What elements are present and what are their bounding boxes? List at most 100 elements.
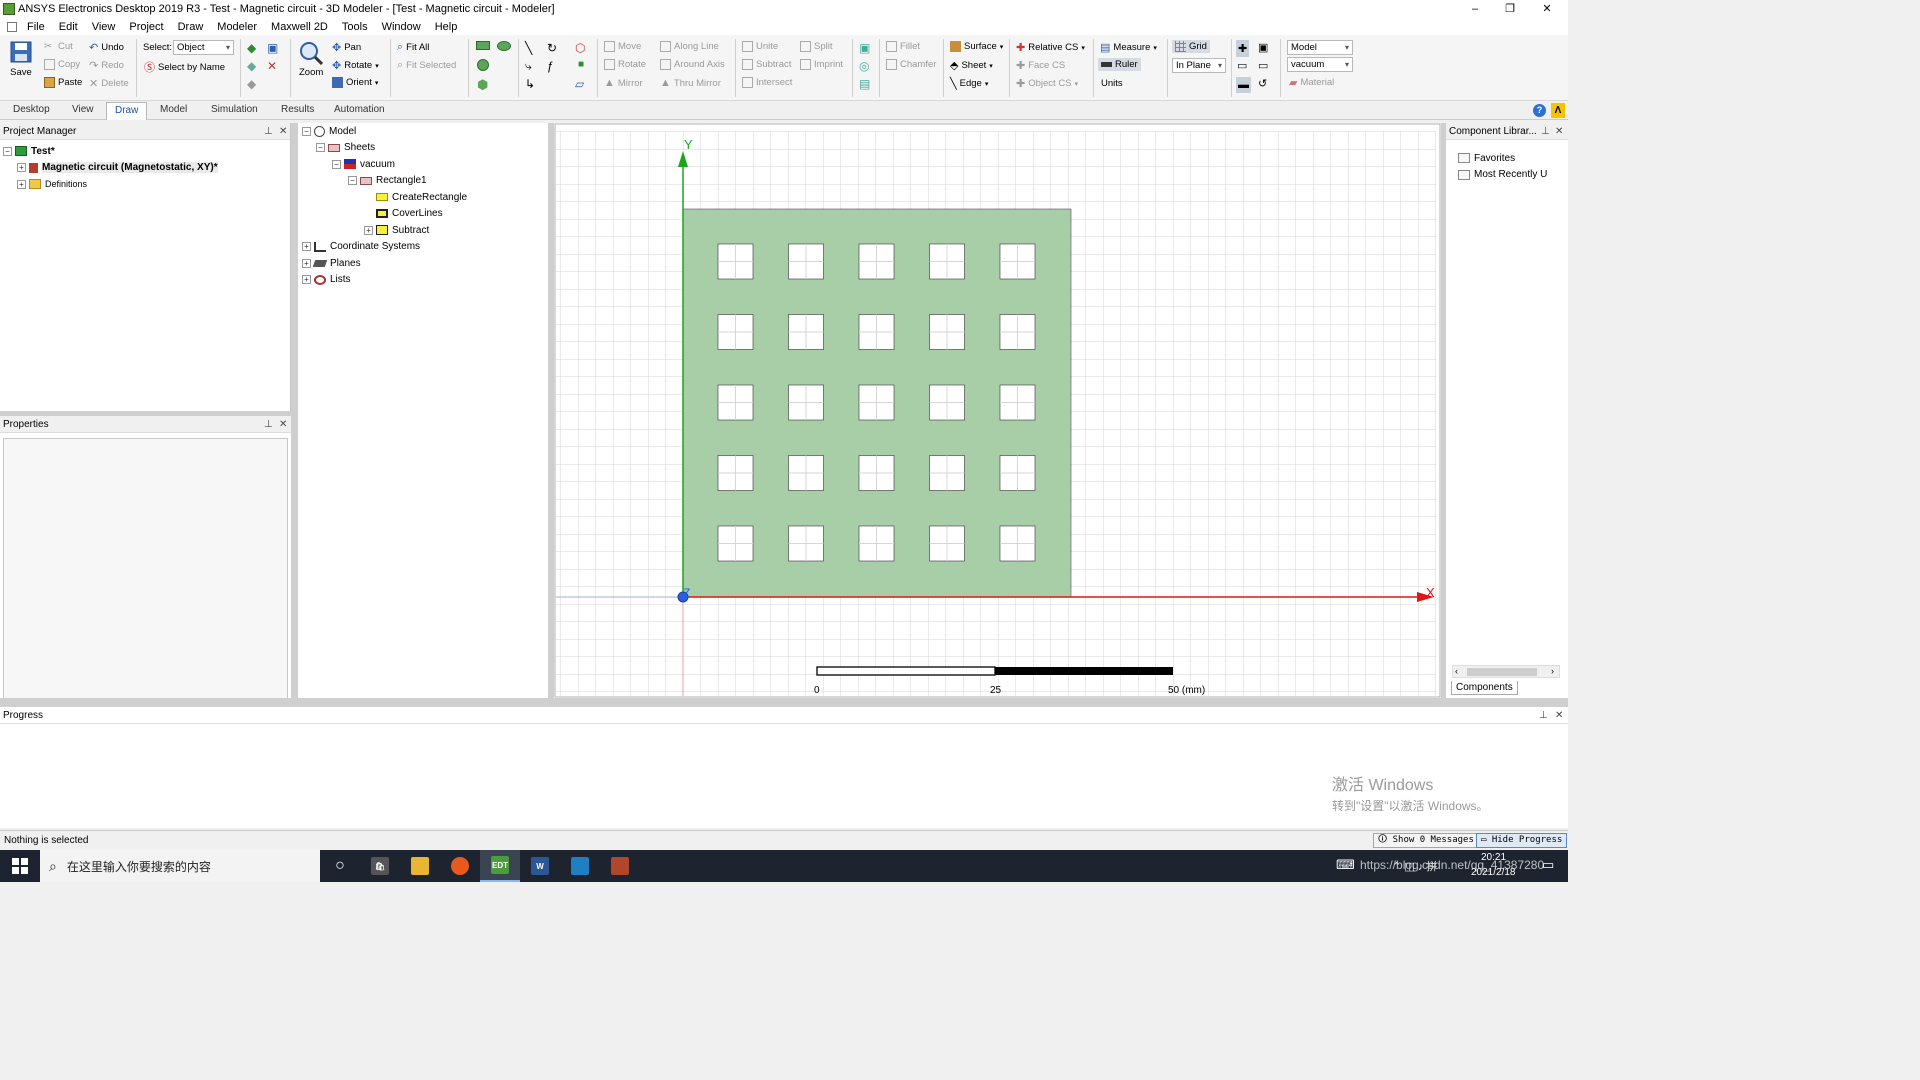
- close-icon[interactable]: ✕: [279, 123, 287, 140]
- folder-view-icon[interactable]: ▭: [1258, 59, 1268, 72]
- sweep-icon[interactable]: ▣: [859, 41, 870, 55]
- menu-window[interactable]: Window: [382, 21, 421, 33]
- chamfer-button[interactable]: Chamfer: [886, 59, 936, 70]
- hide-all-icon[interactable]: ✕: [267, 59, 277, 73]
- word-app[interactable]: W: [520, 850, 560, 882]
- cut-button[interactable]: ✂ Cut: [44, 41, 73, 52]
- menu-tools[interactable]: Tools: [342, 21, 368, 33]
- around-axis-button[interactable]: Around Axis: [660, 59, 725, 70]
- unite-button[interactable]: Unite: [742, 41, 778, 52]
- viewport-canvas[interactable]: X Y Z 0 25 50 (mm): [554, 123, 1441, 698]
- tab-view[interactable]: View: [72, 104, 94, 115]
- menu-draw[interactable]: Draw: [178, 21, 204, 33]
- scroll-left-icon[interactable]: ‹: [1455, 666, 1458, 676]
- menu-edit[interactable]: Edit: [59, 21, 78, 33]
- copy-button[interactable]: Copy: [44, 59, 80, 70]
- measure-button[interactable]: ▤ Measure ▾: [1100, 41, 1157, 54]
- scroll-right-icon[interactable]: ›: [1551, 666, 1554, 676]
- select-mode-combo[interactable]: Object: [173, 40, 234, 55]
- surface-button[interactable]: Surface ▾: [950, 41, 1003, 52]
- tab-draw[interactable]: Draw: [106, 102, 148, 120]
- draw-circle-icon[interactable]: [477, 59, 489, 71]
- tab-model[interactable]: Model: [160, 104, 187, 115]
- start-button[interactable]: [0, 850, 40, 882]
- draw-spline-icon[interactable]: ⤷: [525, 59, 532, 74]
- undo-button[interactable]: ↶ Undo: [89, 41, 124, 54]
- tree-coordinate-systems[interactable]: + Coordinate Systems: [302, 239, 467, 256]
- components-tab[interactable]: Components: [1451, 681, 1518, 695]
- pin-icon[interactable]: ⊥: [264, 416, 273, 433]
- draw-plane-icon[interactable]: ⏥: [575, 77, 584, 91]
- relative-cs-button[interactable]: ✚ Relative CS ▾: [1016, 41, 1085, 54]
- edge-button[interactable]: ╲ Edge ▾: [950, 77, 988, 90]
- menu-modeler[interactable]: Modeler: [217, 21, 257, 33]
- hide-icon[interactable]: ◆: [247, 77, 256, 91]
- redo-button[interactable]: ↷ Redo: [89, 59, 124, 72]
- delete-button[interactable]: ✕ Delete: [89, 77, 129, 90]
- pin-icon[interactable]: ⊥: [1541, 123, 1550, 140]
- draw-center-arc-icon[interactable]: ↳: [525, 77, 535, 91]
- render-icon[interactable]: ▬: [1236, 77, 1251, 93]
- save-button[interactable]: Save: [10, 41, 32, 78]
- firefox-app[interactable]: [440, 850, 480, 882]
- display-icon[interactable]: ▣: [1258, 41, 1268, 54]
- tree-op-coverlines[interactable]: CoverLines: [302, 206, 467, 223]
- rotate-button[interactable]: ✥ Rotate ▾: [332, 59, 379, 72]
- tree-design[interactable]: + Magnetic circuit (Magnetostatic, XY)*: [3, 160, 218, 177]
- draw-line-icon[interactable]: ╲: [525, 41, 532, 55]
- draw-polygon-icon[interactable]: ⬢: [477, 77, 488, 93]
- tree-op-createrectangle[interactable]: CreateRectangle: [302, 189, 467, 206]
- sweep-axis-icon[interactable]: ◎: [859, 59, 869, 73]
- collapse-icon[interactable]: −: [302, 126, 311, 136]
- vertical-splitter[interactable]: [291, 123, 298, 698]
- show-messages-button[interactable]: 🛈 Show 0 Messages: [1373, 833, 1479, 848]
- sheet-button[interactable]: ⬘ Sheet ▾: [950, 59, 993, 72]
- pin-icon[interactable]: ⊥: [264, 123, 273, 140]
- tree-definitions[interactable]: + Definitions: [3, 176, 218, 193]
- horizontal-scrollbar[interactable]: ‹ ›: [1452, 665, 1560, 678]
- task-view-button[interactable]: ○: [320, 850, 360, 882]
- face-cs-button[interactable]: ✚ Face CS: [1016, 59, 1065, 72]
- menu-help[interactable]: Help: [435, 21, 458, 33]
- menu-maxwell-2d[interactable]: Maxwell 2D: [271, 21, 328, 33]
- expand-icon[interactable]: +: [302, 275, 311, 285]
- taskbar-search[interactable]: ⌕ 在这里输入你要搜索的内容: [40, 850, 320, 882]
- fit-selected-button[interactable]: ⌕ Fit Selected: [397, 59, 456, 72]
- pin-icon[interactable]: ⊥: [1539, 707, 1548, 724]
- object-cs-button[interactable]: ✚ Object CS ▾: [1016, 77, 1078, 90]
- tab-simulation[interactable]: Simulation: [211, 104, 258, 115]
- tree-most-recent[interactable]: Most Recently U: [1458, 167, 1547, 184]
- close-icon[interactable]: ✕: [1555, 123, 1563, 140]
- maximize-button[interactable]: ❐: [1491, 0, 1529, 18]
- draw-box-icon[interactable]: ⬡: [575, 41, 585, 55]
- tab-automation[interactable]: Automation: [334, 104, 385, 115]
- snap-icon[interactable]: ✚: [1236, 40, 1250, 57]
- collapse-icon[interactable]: −: [332, 159, 341, 169]
- tree-sheets[interactable]: − Sheets: [302, 140, 467, 157]
- material-button[interactable]: ▰ Material: [1289, 76, 1334, 89]
- split-button[interactable]: Split: [800, 41, 832, 52]
- grid-plane-combo[interactable]: In Plane: [1172, 58, 1226, 73]
- help-icon[interactable]: ?: [1533, 104, 1546, 117]
- tree-model[interactable]: − Model: [302, 123, 467, 140]
- tree-favorites[interactable]: Favorites: [1458, 150, 1547, 167]
- draw-rectangle-icon[interactable]: [476, 41, 490, 50]
- menu-view[interactable]: View: [92, 21, 116, 33]
- subtract-button[interactable]: Subtract: [742, 59, 791, 70]
- show-hide-icon[interactable]: ◆: [247, 59, 256, 73]
- menu-file[interactable]: File: [27, 21, 45, 33]
- collapse-icon[interactable]: −: [348, 176, 357, 186]
- move-button[interactable]: Move: [604, 41, 641, 52]
- paint-app[interactable]: [600, 850, 640, 882]
- expand-icon[interactable]: +: [302, 242, 311, 252]
- units-button[interactable]: Units: [1101, 78, 1123, 89]
- tree-lists[interactable]: + Lists: [302, 272, 467, 289]
- mirror-button[interactable]: ▲ Mirror: [604, 77, 643, 89]
- modeler-viewport[interactable]: X Y Z 0 25 50 (mm): [554, 123, 1441, 698]
- hide-progress-button[interactable]: ▭ Hide Progress: [1476, 833, 1568, 848]
- tree-project[interactable]: − Test*: [3, 143, 218, 160]
- tree-material-vacuum[interactable]: − vacuum: [302, 156, 467, 173]
- notification-icon[interactable]: ▭: [1542, 857, 1554, 873]
- keyboard-icon[interactable]: ⌨: [1336, 857, 1355, 873]
- view-box-icon[interactable]: ▭: [1237, 59, 1247, 72]
